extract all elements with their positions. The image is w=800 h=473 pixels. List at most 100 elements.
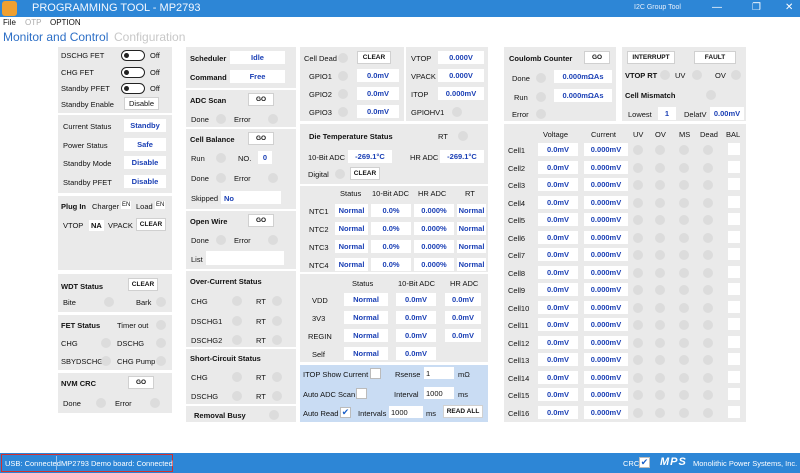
rails-header-status: Status	[352, 279, 374, 288]
interrupt-button[interactable]: INTERRUPT	[627, 51, 675, 64]
cell13-bal-checkbox[interactable]	[728, 353, 740, 365]
cell8-uv-led	[633, 268, 643, 278]
cell7-bal-checkbox[interactable]	[728, 248, 740, 260]
regin-hr: 0.0mV	[445, 329, 481, 342]
cell5-voltage: 0.0mV	[538, 213, 578, 226]
control-column: Scheduler Idle Command Free ADC Scan GO …	[186, 47, 296, 422]
cell15-bal-checkbox[interactable]	[728, 388, 740, 400]
minimize-icon[interactable]: —	[712, 2, 722, 13]
cell10-bal-checkbox[interactable]	[728, 301, 740, 313]
cell2-bal-checkbox[interactable]	[728, 161, 740, 173]
cell-dead-clear-button[interactable]: CLEAR	[357, 51, 391, 64]
cell3-dead-led	[703, 180, 713, 190]
cell7-label: Cell7	[508, 251, 526, 260]
cell1-ov-led	[655, 145, 665, 155]
cell14-current: 0.000mV	[584, 371, 628, 384]
cell5-ms-led	[679, 215, 689, 225]
cell5-bal-checkbox[interactable]	[728, 213, 740, 225]
cell8-bal-checkbox[interactable]	[728, 266, 740, 278]
read-all-button[interactable]: READ ALL	[443, 405, 483, 418]
nvm-go-button[interactable]: GO	[128, 376, 154, 389]
cell6-current: 0.000mV	[584, 231, 628, 244]
cell16-voltage: 0.0mV	[538, 406, 578, 419]
scheduler-value: Idle	[230, 51, 285, 64]
adc-scan-title: ADC Scan	[190, 96, 227, 105]
rsense-label: Rsense	[395, 370, 421, 379]
cell16-bal-checkbox[interactable]	[728, 406, 740, 418]
crc-checkbox[interactable]: ✔	[639, 457, 650, 468]
auto-read-checkbox[interactable]: ✔	[340, 407, 351, 418]
cell1-bal-checkbox[interactable]	[728, 143, 740, 155]
i2c-group-tool-link[interactable]: I2C Group Tool	[634, 4, 681, 11]
bark-led	[156, 297, 166, 307]
cb-skipped-label: Skipped	[191, 194, 219, 203]
cc-done-value: 0.000mΩAs	[554, 70, 612, 83]
gpio3-led	[338, 107, 348, 117]
vtop-rt-led	[660, 70, 670, 80]
cell3-bal-checkbox[interactable]	[728, 178, 740, 190]
cell12-dead-led	[703, 338, 713, 348]
command-value: Free	[230, 70, 285, 83]
cell4-bal-checkbox[interactable]	[728, 196, 740, 208]
ntc2-hr: 0.000%	[414, 222, 454, 235]
cell14-dead-led	[703, 373, 713, 383]
menu-otp[interactable]: OTP	[25, 18, 41, 27]
standby-disable-button[interactable]: Disable	[124, 97, 159, 110]
cell-mismatch-label: Cell Mismatch	[625, 91, 676, 100]
dschg-fet-toggle[interactable]	[121, 50, 145, 61]
fault-button[interactable]: FAULT	[694, 51, 736, 64]
tab-monitor-and-control[interactable]: Monitor and Control	[3, 30, 108, 44]
die-temp-clear-button[interactable]: CLEAR	[350, 167, 380, 180]
chg-pump-led	[156, 356, 166, 366]
cell-balance-title: Cell Balance	[190, 135, 235, 144]
board-status: MP2793 Demo board: Connected	[61, 459, 173, 468]
die-hr-label: HR ADC	[410, 153, 439, 162]
coulomb-go-button[interactable]: GO	[584, 51, 610, 64]
cc-done-led	[536, 73, 546, 83]
die-temp-rt-led	[458, 131, 468, 141]
cell11-label: Cell11	[508, 321, 529, 330]
open-wire-go-button[interactable]: GO	[248, 214, 274, 227]
usb-status: USB: Connected	[5, 459, 61, 468]
cell2-ms-led	[679, 163, 689, 173]
cell3-current: 0.000mV	[584, 178, 628, 191]
wdt-clear-button[interactable]: CLEAR	[128, 278, 158, 291]
chg-fet-toggle[interactable]	[121, 67, 145, 78]
itop-show-current-checkbox[interactable]	[370, 368, 381, 379]
standby-pfet-toggle[interactable]	[121, 83, 145, 94]
ntc3-adc: 0.0%	[371, 240, 411, 253]
mps-logo: MPS	[660, 456, 687, 468]
itop-control-panel: ITOP Show Current Rsense 1 mΩ Auto ADC S…	[300, 365, 488, 422]
maximize-icon[interactable]: ❐	[752, 2, 761, 13]
cell9-bal-checkbox[interactable]	[728, 283, 740, 295]
cell12-bal-checkbox[interactable]	[728, 336, 740, 348]
cb-error-led	[268, 173, 278, 183]
open-wire-title: Open Wire	[190, 217, 228, 226]
menu-option[interactable]: OPTION	[50, 18, 81, 27]
cell6-bal-checkbox[interactable]	[728, 231, 740, 243]
ow-error-label: Error	[234, 236, 251, 245]
ntc1-hr: 0.000%	[414, 204, 454, 217]
3v3-status: Normal	[344, 311, 388, 324]
tab-configuration[interactable]: Configuration	[114, 30, 185, 44]
cc-run-value: 0.000mΩAs	[554, 89, 612, 102]
auto-adc-scan-checkbox[interactable]	[356, 388, 367, 399]
current-status-value: Standby	[124, 119, 166, 132]
ocs-dschg1-label: DSCHG1	[191, 317, 223, 326]
ocs-rt1-led	[272, 296, 282, 306]
cell11-bal-checkbox[interactable]	[728, 318, 740, 330]
cell9-ov-led	[655, 285, 665, 295]
rails-panel: Status 10-Bit ADC HR ADC VDD Normal 0.0m…	[300, 274, 488, 362]
close-icon[interactable]: ✕	[785, 2, 793, 13]
cell10-current: 0.000mV	[584, 301, 628, 314]
cell-table-panel: Voltage Current UV OV MS Dead BAL Cell1 0…	[504, 124, 746, 422]
adc-scan-go-button[interactable]: GO	[248, 93, 274, 106]
ntc2-adc: 0.0%	[371, 222, 411, 235]
menu-file[interactable]: File	[3, 18, 16, 27]
plugin-clear-button[interactable]: CLEAR	[136, 218, 166, 231]
cell14-bal-checkbox[interactable]	[728, 371, 740, 383]
cell11-uv-led	[633, 320, 643, 330]
cell16-uv-led	[633, 408, 643, 418]
cell-balance-go-button[interactable]: GO	[248, 132, 274, 145]
current-status-label: Current Status	[63, 122, 112, 131]
